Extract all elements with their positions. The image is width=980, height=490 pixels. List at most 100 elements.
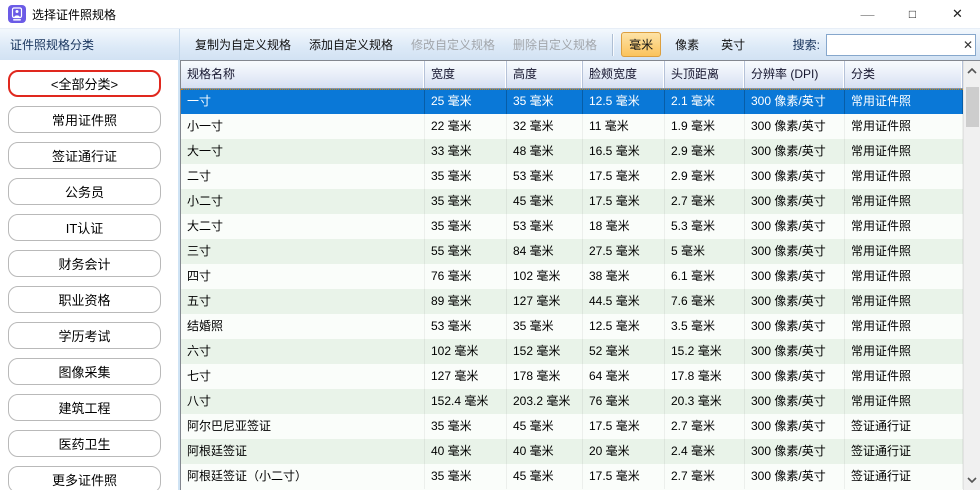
table-cell: 五寸 xyxy=(181,289,425,314)
search-group: 搜索: ✕ xyxy=(793,34,976,56)
copy-as-custom-spec-button[interactable]: 复制为自定义规格 xyxy=(190,33,296,56)
table-cell: 签证通行证 xyxy=(845,414,963,439)
add-custom-spec-button[interactable]: 添加自定义规格 xyxy=(304,33,398,56)
table-cell: 35 毫米 xyxy=(507,90,583,114)
sidebar-category-button[interactable]: <全部分类> xyxy=(8,70,161,97)
table-header-row: 规格名称宽度高度脸颊宽度头顶距离分辨率 (DPI)分类 xyxy=(181,61,963,89)
table-row[interactable]: 四寸76 毫米102 毫米38 毫米6.1 毫米300 像素/英寸常用证件照 xyxy=(181,264,963,289)
edit-custom-spec-button: 修改自定义规格 xyxy=(406,33,500,56)
table-cell: 阿尔巴尼亚签证 xyxy=(181,414,425,439)
table-cell: 52 毫米 xyxy=(583,339,665,364)
table-cell: 20.3 毫米 xyxy=(665,389,745,414)
search-box: ✕ xyxy=(826,34,976,56)
window-controls: — □ ✕ xyxy=(845,0,980,28)
table-row[interactable]: 结婚照53 毫米35 毫米12.5 毫米3.5 毫米300 像素/英寸常用证件照 xyxy=(181,314,963,339)
table-cell: 17.5 毫米 xyxy=(583,189,665,214)
table-cell: 35 毫米 xyxy=(425,164,507,189)
table-cell: 300 像素/英寸 xyxy=(745,414,845,439)
column-header[interactable]: 宽度 xyxy=(425,61,507,88)
table-cell: 签证通行证 xyxy=(845,439,963,464)
table-row[interactable]: 小一寸22 毫米32 毫米11 毫米1.9 毫米300 像素/英寸常用证件照 xyxy=(181,114,963,139)
table-cell: 27.5 毫米 xyxy=(583,239,665,264)
unit-mm-button[interactable]: 毫米 xyxy=(621,32,661,57)
table-cell: 300 像素/英寸 xyxy=(745,314,845,339)
table-row[interactable]: 三寸55 毫米84 毫米27.5 毫米5 毫米300 像素/英寸常用证件照 xyxy=(181,239,963,264)
table-row[interactable]: 阿根廷签证40 毫米40 毫米20 毫米2.4 毫米300 像素/英寸签证通行证 xyxy=(181,439,963,464)
table-cell: 20 毫米 xyxy=(583,439,665,464)
sidebar-category-button[interactable]: 职业资格 xyxy=(8,286,161,313)
sidebar-category-button[interactable]: 学历考试 xyxy=(8,322,161,349)
search-input[interactable] xyxy=(826,34,976,56)
sidebar-category-button[interactable]: 常用证件照 xyxy=(8,106,161,133)
table-cell: 45 毫米 xyxy=(507,414,583,439)
table-cell: 16.5 毫米 xyxy=(583,139,665,164)
table-cell: 七寸 xyxy=(181,364,425,389)
table-cell: 2.4 毫米 xyxy=(665,439,745,464)
scroll-down-icon[interactable] xyxy=(964,470,980,490)
table-cell: 40 毫米 xyxy=(507,439,583,464)
table-cell: 2.9 毫米 xyxy=(665,164,745,189)
spec-table: 规格名称宽度高度脸颊宽度头顶距离分辨率 (DPI)分类 一寸25 毫米35 毫米… xyxy=(180,60,980,490)
clear-search-icon[interactable]: ✕ xyxy=(963,39,973,51)
table-row[interactable]: 七寸127 毫米178 毫米64 毫米17.8 毫米300 像素/英寸常用证件照 xyxy=(181,364,963,389)
table-cell: 2.7 毫米 xyxy=(665,414,745,439)
sidebar-category-button[interactable]: 图像采集 xyxy=(8,358,161,385)
sidebar-category-button[interactable]: 建筑工程 xyxy=(8,394,161,421)
unit-inch-button[interactable]: 英寸 xyxy=(713,32,753,57)
table-cell: 203.2 毫米 xyxy=(507,389,583,414)
sidebar-category-button[interactable]: 医药卫生 xyxy=(8,430,161,457)
table-row[interactable]: 大一寸33 毫米48 毫米16.5 毫米2.9 毫米300 像素/英寸常用证件照 xyxy=(181,139,963,164)
table-row[interactable]: 大二寸35 毫米53 毫米18 毫米5.3 毫米300 像素/英寸常用证件照 xyxy=(181,214,963,239)
sidebar-category-button[interactable]: 更多证件照 xyxy=(8,466,161,490)
toolbar-separator xyxy=(612,34,613,56)
table-cell: 152 毫米 xyxy=(507,339,583,364)
sidebar-header: 证件照规格分类 xyxy=(0,29,180,60)
table-cell: 35 毫米 xyxy=(507,314,583,339)
table-row[interactable]: 五寸89 毫米127 毫米44.5 毫米7.6 毫米300 像素/英寸常用证件照 xyxy=(181,289,963,314)
main-area: <全部分类>常用证件照签证通行证公务员IT认证财务会计职业资格学历考试图像采集建… xyxy=(0,60,980,490)
table-cell: 178 毫米 xyxy=(507,364,583,389)
maximize-icon[interactable]: □ xyxy=(890,0,935,28)
table-cell: 17.8 毫米 xyxy=(665,364,745,389)
table-cell: 38 毫米 xyxy=(583,264,665,289)
table-row[interactable]: 小二寸35 毫米45 毫米17.5 毫米2.7 毫米300 像素/英寸常用证件照 xyxy=(181,189,963,214)
scrollbar-thumb[interactable] xyxy=(966,87,979,127)
minimize-icon[interactable]: — xyxy=(845,0,890,28)
close-icon[interactable]: ✕ xyxy=(935,0,980,28)
table-cell: 45 毫米 xyxy=(507,189,583,214)
table-cell: 76 毫米 xyxy=(583,389,665,414)
table-cell: 89 毫米 xyxy=(425,289,507,314)
unit-px-button[interactable]: 像素 xyxy=(667,32,707,57)
sidebar-category-button[interactable]: 公务员 xyxy=(8,178,161,205)
table-row[interactable]: 八寸152.4 毫米203.2 毫米76 毫米20.3 毫米300 像素/英寸常… xyxy=(181,389,963,414)
scroll-up-icon[interactable] xyxy=(964,61,980,81)
table-cell: 二寸 xyxy=(181,164,425,189)
table-cell: 小一寸 xyxy=(181,114,425,139)
table-cell: 5.3 毫米 xyxy=(665,214,745,239)
table-row[interactable]: 阿根廷签证（小二寸）35 毫米45 毫米17.5 毫米2.7 毫米300 像素/… xyxy=(181,464,963,489)
table-row[interactable]: 一寸25 毫米35 毫米12.5 毫米2.1 毫米300 像素/英寸常用证件照 xyxy=(181,89,963,114)
table-row[interactable]: 二寸35 毫米53 毫米17.5 毫米2.9 毫米300 像素/英寸常用证件照 xyxy=(181,164,963,189)
column-header[interactable]: 脸颊宽度 xyxy=(583,61,665,88)
vertical-scrollbar[interactable] xyxy=(963,61,980,490)
table-cell: 签证通行证 xyxy=(845,464,963,489)
column-header[interactable]: 头顶距离 xyxy=(665,61,745,88)
table-cell: 2.1 毫米 xyxy=(665,90,745,114)
table-cell: 300 像素/英寸 xyxy=(745,264,845,289)
sidebar-category-button[interactable]: 签证通行证 xyxy=(8,142,161,169)
table-cell: 阿根廷签证（小二寸） xyxy=(181,464,425,489)
table-cell: 大二寸 xyxy=(181,214,425,239)
table-cell: 300 像素/英寸 xyxy=(745,114,845,139)
column-header[interactable]: 分类 xyxy=(845,61,963,88)
table-row[interactable]: 阿尔巴尼亚签证35 毫米45 毫米17.5 毫米2.7 毫米300 像素/英寸签… xyxy=(181,414,963,439)
column-header[interactable]: 分辨率 (DPI) xyxy=(745,61,845,88)
table-cell: 152.4 毫米 xyxy=(425,389,507,414)
column-header[interactable]: 规格名称 xyxy=(181,61,425,88)
sidebar-category-button[interactable]: 财务会计 xyxy=(8,250,161,277)
table-row[interactable]: 六寸102 毫米152 毫米52 毫米15.2 毫米300 像素/英寸常用证件照 xyxy=(181,339,963,364)
table-cell: 结婚照 xyxy=(181,314,425,339)
column-header[interactable]: 高度 xyxy=(507,61,583,88)
window-title: 选择证件照规格 xyxy=(32,6,116,23)
sidebar-category-button[interactable]: IT认证 xyxy=(8,214,161,241)
table-cell: 2.7 毫米 xyxy=(665,189,745,214)
